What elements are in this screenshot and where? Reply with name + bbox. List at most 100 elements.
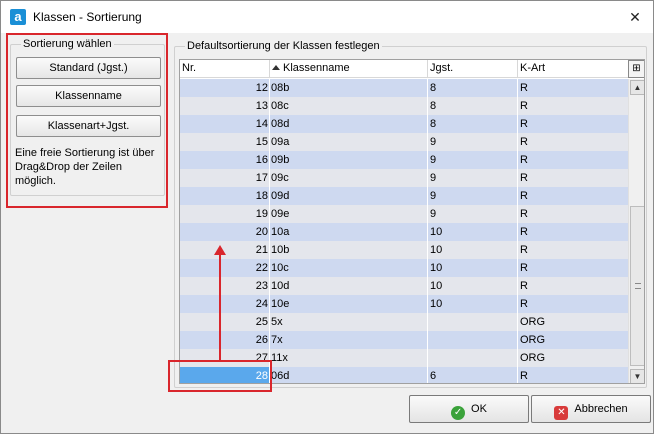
cell-kart: ORG — [520, 352, 546, 364]
scroll-up-arrow-icon[interactable]: ▲ — [630, 80, 644, 95]
cell-jgst: 10 — [428, 277, 518, 295]
close-button[interactable]: ✕ — [623, 5, 647, 29]
cell-klassenname: 08d — [270, 115, 428, 133]
cell-nr: 20 — [180, 223, 270, 241]
column-header-jgst[interactable]: Jgst. — [428, 60, 518, 78]
cell-nr: 13 — [180, 97, 270, 115]
cell-kart: R — [520, 208, 528, 220]
title-bar: a Klassen - Sortierung ✕ — [1, 1, 653, 33]
cell-jgst — [428, 349, 518, 367]
cell-nr: 17 — [180, 169, 270, 187]
cell-nr: 23 — [180, 277, 270, 295]
cell-nr: 12 — [180, 79, 270, 97]
table-row[interactable]: 16 09b 9 R — [180, 151, 628, 169]
cell-klassenname: 09d — [270, 187, 428, 205]
cell-jgst: 10 — [428, 295, 518, 313]
cell-jgst: 9 — [428, 151, 518, 169]
cell-kart: ORG — [520, 334, 546, 346]
annotation-arrow-up-icon — [214, 245, 226, 255]
cell-kart: R — [520, 100, 528, 112]
table-row[interactable]: 26 7x ORG — [180, 331, 628, 349]
cell-klassenname: 10c — [270, 259, 428, 277]
cell-nr: 22 — [180, 259, 270, 277]
class-grid[interactable]: Nr. Klassenname Jgst. K-Art ⊞ 12 08b 8 R 13 0… — [179, 59, 645, 384]
cell-jgst: 9 — [428, 187, 518, 205]
cell-kart: R — [520, 280, 528, 292]
cell-jgst: 8 — [428, 115, 518, 133]
cell-kart: R — [520, 190, 528, 202]
annotation-row-highlight — [168, 360, 272, 392]
table-row[interactable]: 18 09d 9 R — [180, 187, 628, 205]
cell-klassenname: 5x — [270, 313, 428, 331]
cell-jgst: 9 — [428, 205, 518, 223]
cell-kart: R — [520, 172, 528, 184]
vertical-scrollbar[interactable]: ▲ ▼ — [628, 79, 644, 383]
sort-ascending-icon — [272, 65, 280, 70]
cell-nr: 19 — [180, 205, 270, 223]
annotation-highlight-box — [6, 33, 168, 208]
cell-kart: R — [520, 370, 528, 382]
cell-kart: R — [520, 136, 528, 148]
table-row[interactable]: 19 09e 9 R — [180, 205, 628, 223]
cell-jgst: 8 — [428, 79, 518, 97]
grid-header: Nr. Klassenname Jgst. K-Art — [180, 60, 628, 78]
cell-nr: 14 — [180, 115, 270, 133]
column-header-nr[interactable]: Nr. — [180, 60, 270, 78]
scroll-down-arrow-icon[interactable]: ▼ — [630, 369, 644, 383]
app-logo-icon: a — [10, 9, 26, 25]
cell-nr: 16 — [180, 151, 270, 169]
cell-klassenname: 09e — [270, 205, 428, 223]
cell-klassenname: 10e — [270, 295, 428, 313]
column-header-kart[interactable]: K-Art — [518, 60, 628, 78]
cell-klassenname: 09a — [270, 133, 428, 151]
grid-body: 12 08b 8 R 13 08c 8 R 14 08d 8 R 15 09a 9 R 16 09b 9 R 17 09c… — [180, 79, 628, 383]
window-title: Klassen - Sortierung — [33, 10, 142, 24]
cell-kart: R — [520, 82, 528, 94]
cell-nr: 15 — [180, 133, 270, 151]
cell-kart: R — [520, 298, 528, 310]
cell-klassenname: 11x — [270, 349, 428, 367]
cell-jgst — [428, 331, 518, 349]
column-chooser-icon[interactable]: ⊞ — [628, 60, 644, 78]
cell-klassenname: 09c — [270, 169, 428, 187]
table-row[interactable]: 12 08b 8 R — [180, 79, 628, 97]
checkmark-icon: ✓ — [451, 406, 466, 420]
cell-klassenname: 10b — [270, 241, 428, 259]
table-row[interactable]: 15 09a 9 R — [180, 133, 628, 151]
annotation-arrow-line — [219, 253, 221, 360]
grip-icon — [635, 283, 641, 289]
scroll-thumb[interactable] — [630, 206, 644, 366]
ok-button[interactable]: ✓ OK — [409, 395, 529, 423]
cell-klassenname: 08b — [270, 79, 428, 97]
cell-jgst: 10 — [428, 223, 518, 241]
cell-kart: R — [520, 262, 528, 274]
cell-jgst: 9 — [428, 169, 518, 187]
cancel-button[interactable]: ✕ Abbrechen — [531, 395, 651, 423]
cell-jgst: 10 — [428, 259, 518, 277]
cell-jgst: 8 — [428, 97, 518, 115]
cell-jgst — [428, 313, 518, 331]
dialog-window: a Klassen - Sortierung ✕ Sortierung wähl… — [0, 0, 654, 434]
table-row[interactable]: 24 10e 10 R — [180, 295, 628, 313]
cell-kart: R — [520, 226, 528, 238]
table-row[interactable]: 20 10a 10 R — [180, 223, 628, 241]
cell-klassenname: 06d — [270, 367, 428, 383]
default-sort-legend: Defaultsortierung der Klassen festlegen — [185, 40, 382, 52]
cancel-x-icon: ✕ — [554, 406, 569, 420]
cell-klassenname: 09b — [270, 151, 428, 169]
cell-nr: 25 — [180, 313, 270, 331]
cell-nr: 24 — [180, 295, 270, 313]
cell-kart: R — [520, 118, 528, 130]
table-row[interactable]: 17 09c 9 R — [180, 169, 628, 187]
table-row[interactable]: 23 10d 10 R — [180, 277, 628, 295]
table-row[interactable]: 22 10c 10 R — [180, 259, 628, 277]
table-row[interactable]: 13 08c 8 R — [180, 97, 628, 115]
table-row[interactable]: 21 10b 10 R — [180, 241, 628, 259]
cell-kart: ORG — [520, 316, 546, 328]
cell-jgst: 10 — [428, 241, 518, 259]
table-row[interactable]: 25 5x ORG — [180, 313, 628, 331]
cell-jgst: 6 — [428, 367, 518, 383]
table-row[interactable]: 14 08d 8 R — [180, 115, 628, 133]
column-header-klassenname[interactable]: Klassenname — [270, 60, 428, 78]
cell-klassenname: 08c — [270, 97, 428, 115]
